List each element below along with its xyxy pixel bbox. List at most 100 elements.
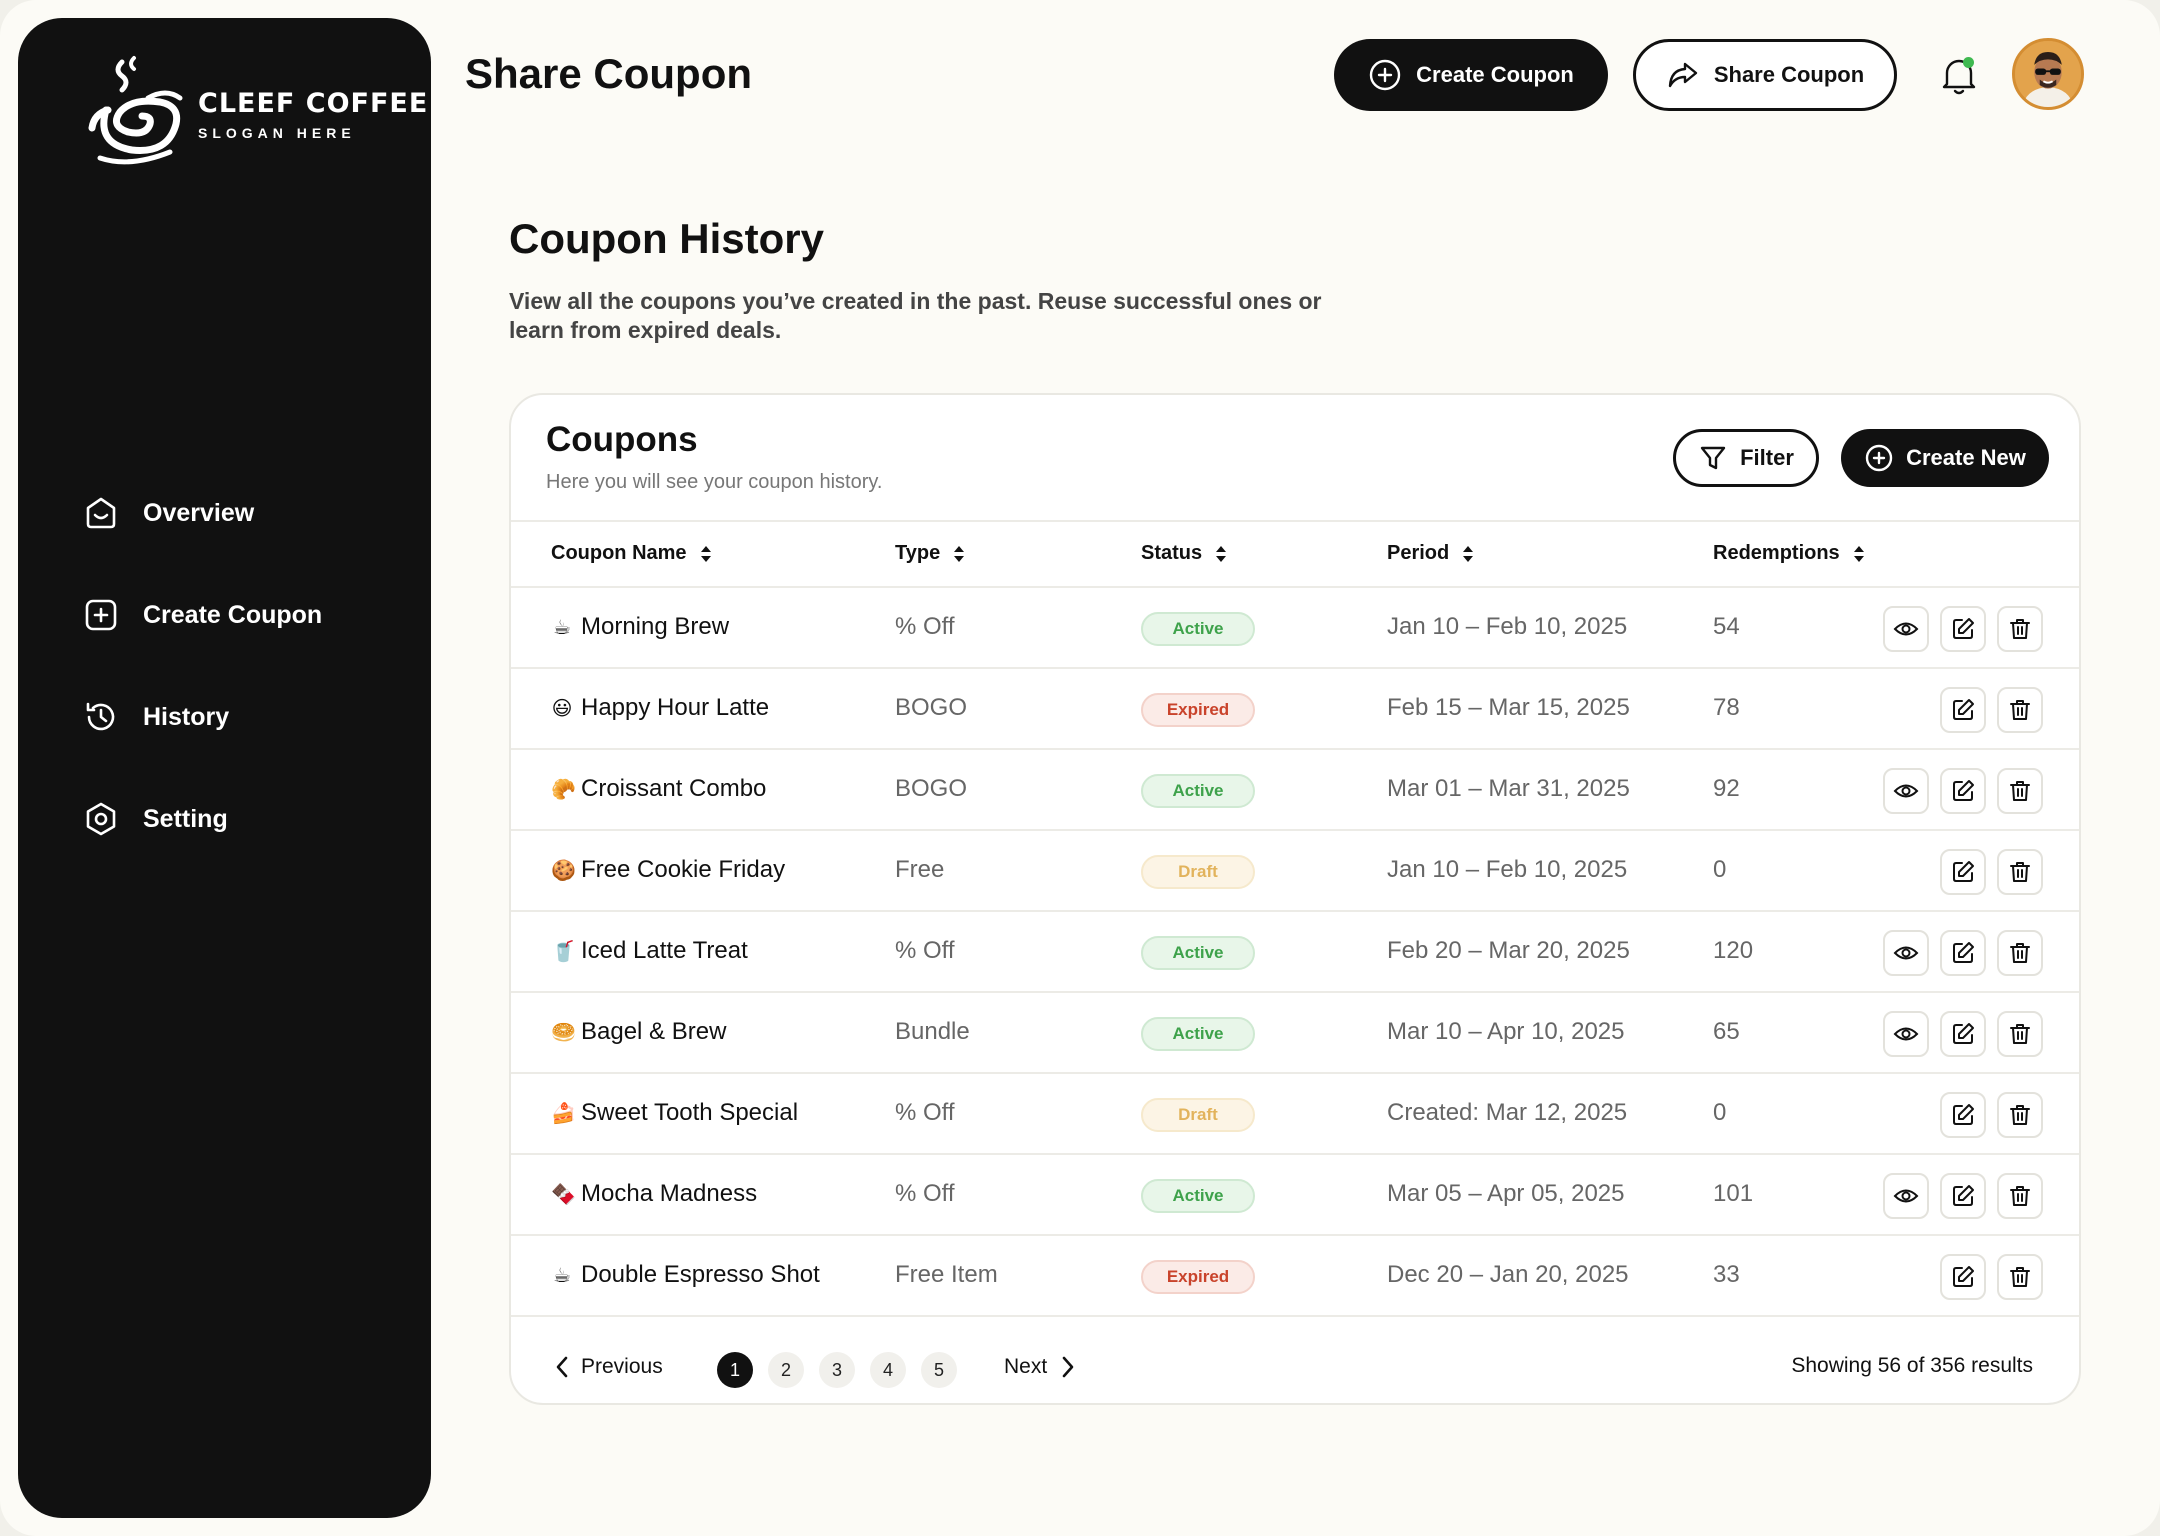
delete-button[interactable]	[1997, 768, 2043, 814]
trash-icon	[2010, 1024, 2030, 1044]
table-row[interactable]: ☕ Double Espresso Shot Free Item Expired Dec…	[511, 1236, 2079, 1317]
delete-button[interactable]	[1997, 930, 2043, 976]
view-button[interactable]	[1883, 606, 1929, 652]
coupon-type: Bundle	[895, 1018, 970, 1045]
coupon-redemptions: 101	[1713, 1180, 1754, 1207]
coupon-name: 🍪 Free Cookie Friday	[551, 856, 785, 884]
user-avatar-icon	[2015, 41, 2081, 107]
delete-button[interactable]	[1997, 1011, 2043, 1057]
delete-button[interactable]	[1997, 687, 2043, 733]
plus-circle-icon	[1369, 59, 1401, 91]
avatar[interactable]	[2012, 38, 2084, 110]
status-badge: Active	[1141, 1179, 1255, 1213]
view-button[interactable]	[1883, 1173, 1929, 1219]
app-frame: CLEEF COFFEE SLOGAN HERE Overview Create…	[0, 0, 2160, 1536]
edit-icon	[1953, 942, 1974, 963]
create-coupon-label: Create Coupon	[1416, 62, 1574, 87]
delete-button[interactable]	[1997, 1173, 2043, 1219]
coupon-emoji-icon: 🍪	[551, 859, 576, 882]
table-body: ☕ Morning Brew % Off Active Jan 10 – Feb 10,…	[511, 588, 2079, 1317]
coupon-type: BOGO	[895, 775, 968, 802]
table-row[interactable]: ☕ Morning Brew % Off Active Jan 10 – Feb 10,…	[511, 588, 2079, 669]
coupon-emoji-icon: 🍰	[551, 1102, 576, 1125]
column-redemptions[interactable]: Redemptions	[1713, 542, 1866, 565]
coupon-name: 🥤 Iced Latte Treat	[551, 937, 748, 965]
table-row[interactable]: 🍫 Mocha Madness % Off Active Mar 05 – Apr 05…	[511, 1155, 2079, 1236]
column-period[interactable]: Period	[1387, 542, 1475, 565]
edit-icon	[1953, 861, 1974, 882]
coupon-name-text: Mocha Madness	[581, 1180, 758, 1207]
view-button[interactable]	[1883, 930, 1929, 976]
trash-icon	[2010, 781, 2030, 801]
brand-logo[interactable]: CLEEF COFFEE SLOGAN HERE	[84, 54, 428, 174]
view-button[interactable]	[1883, 768, 1929, 814]
column-status[interactable]: Status	[1141, 542, 1228, 565]
previous-page-button[interactable]: Previous	[551, 1354, 663, 1380]
coupon-redemptions: 92	[1713, 775, 1740, 802]
edit-button[interactable]	[1940, 1092, 1986, 1138]
sidebar-item-label: Create Coupon	[143, 600, 323, 629]
coupon-type: Free Item	[895, 1261, 998, 1288]
edit-button[interactable]	[1940, 768, 1986, 814]
table-row[interactable]: 😃 Happy Hour Latte BOGO Expired Feb 15 – Mar…	[511, 669, 2079, 750]
notification-dot	[1963, 57, 1974, 68]
table-row[interactable]: 🍪 Free Cookie Friday Free Draft Jan 10 – Feb…	[511, 831, 2079, 912]
sidebar-item-create-coupon[interactable]: Create Coupon	[82, 564, 322, 666]
section-description: View all the coupons you’ve created in t…	[509, 288, 1322, 343]
table-row[interactable]: 🥐 Croissant Combo BOGO Active Mar 01 – Mar 3…	[511, 750, 2079, 831]
page-2-button[interactable]: 2	[768, 1352, 804, 1388]
sort-icon	[954, 545, 965, 562]
next-page-button[interactable]: Next	[1004, 1354, 1079, 1380]
column-type[interactable]: Type	[895, 542, 966, 565]
table-row[interactable]: 🍰 Sweet Tooth Special % Off Draft Created: M…	[511, 1074, 2079, 1155]
create-new-button[interactable]: Create New	[1841, 429, 2049, 487]
page-3-button[interactable]: 3	[819, 1352, 855, 1388]
coupon-name-text: Sweet Tooth Special	[581, 1099, 799, 1126]
coupon-name: 🍰 Sweet Tooth Special	[551, 1099, 798, 1127]
edit-icon	[1953, 1185, 1974, 1206]
delete-button[interactable]	[1997, 1254, 2043, 1300]
coupon-emoji-icon: 🥯	[551, 1021, 576, 1044]
page-1-button[interactable]: 1	[717, 1352, 753, 1388]
create-coupon-button[interactable]: Create Coupon	[1334, 39, 1608, 111]
coupon-name-text: Free Cookie Friday	[581, 856, 786, 883]
edit-button[interactable]	[1940, 930, 1986, 976]
view-button[interactable]	[1883, 1011, 1929, 1057]
pagination: Previous 1 2 3 4 5 Next Showing 56 of 35…	[511, 1340, 2079, 1400]
filter-button[interactable]: Filter	[1673, 429, 1819, 487]
coupon-period: Jan 10 – Feb 10, 2025	[1387, 856, 1628, 883]
sidebar-item-setting[interactable]: Setting	[82, 768, 322, 870]
sidebar-item-overview[interactable]: Overview	[82, 462, 322, 564]
edit-button[interactable]	[1940, 1254, 1986, 1300]
edit-button[interactable]	[1940, 1173, 1986, 1219]
page-title: Share Coupon	[465, 50, 753, 97]
sidebar-nav: Overview Create Coupon History Setting	[82, 462, 322, 870]
coupon-period: Feb 20 – Mar 20, 2025	[1387, 937, 1630, 964]
coupon-emoji-icon: 😃	[551, 697, 573, 720]
table-row[interactable]: 🥯 Bagel & Brew Bundle Active Mar 10 – Apr 10…	[511, 993, 2079, 1074]
share-coupon-button[interactable]: Share Coupon	[1633, 39, 1897, 111]
eye-icon	[1893, 946, 1919, 960]
sidebar-item-history[interactable]: History	[82, 666, 322, 768]
bell-icon[interactable]	[1937, 53, 1981, 97]
edit-icon	[1953, 780, 1974, 801]
edit-icon	[1953, 1266, 1974, 1287]
edit-button[interactable]	[1940, 1011, 1986, 1057]
brand-name: CLEEF COFFEE	[198, 87, 429, 119]
table-row[interactable]: 🥤 Iced Latte Treat % Off Active Feb 20 – Mar…	[511, 912, 2079, 993]
delete-button[interactable]	[1997, 849, 2043, 895]
page-4-button[interactable]: 4	[870, 1352, 906, 1388]
coupon-type: % Off	[895, 1099, 955, 1126]
sidebar: CLEEF COFFEE SLOGAN HERE Overview Create…	[18, 18, 431, 1518]
column-coupon-name[interactable]: Coupon Name	[551, 542, 713, 565]
plus-circle-icon	[1865, 444, 1893, 472]
edit-button[interactable]	[1940, 687, 1986, 733]
edit-button[interactable]	[1940, 606, 1986, 652]
delete-button[interactable]	[1997, 1092, 2043, 1138]
page-5-button[interactable]: 5	[921, 1352, 957, 1388]
edit-button[interactable]	[1940, 849, 1986, 895]
coupon-emoji-icon: ☕	[553, 1264, 571, 1287]
delete-button[interactable]	[1997, 606, 2043, 652]
status-badge: Active	[1141, 936, 1255, 970]
sort-icon	[1216, 545, 1227, 562]
